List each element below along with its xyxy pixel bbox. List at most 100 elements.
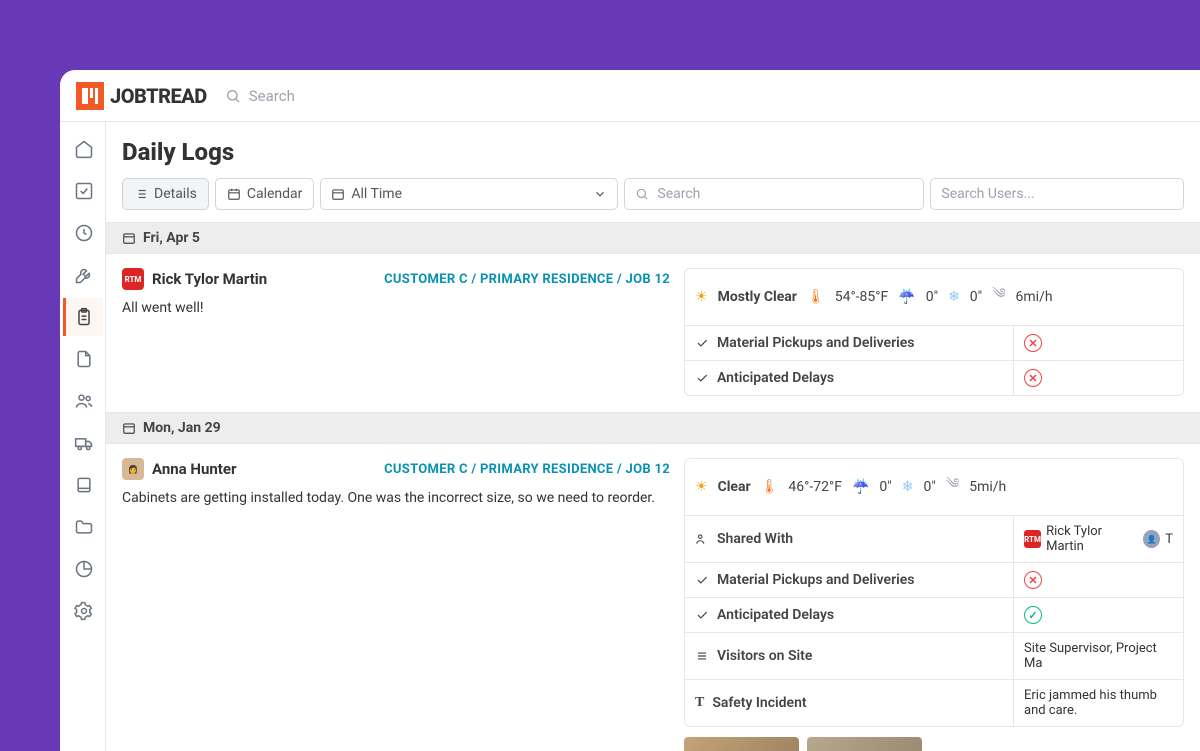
job-link[interactable]: CUSTOMER C / PRIMARY RESIDENCE / JOB 12 xyxy=(384,272,670,287)
truck-icon xyxy=(74,433,94,453)
weather-row: ☀ Clear 🌡46°-72°F ☔0" ❄0" ༄5mi/h xyxy=(685,459,1183,515)
app-header: JOBTREAD Search xyxy=(60,70,1200,122)
rain-icon: ☔ xyxy=(898,289,915,305)
nav-tasks[interactable] xyxy=(63,172,103,210)
log-entry: RTM Rick Tylor Martin CUSTOMER C / PRIMA… xyxy=(106,254,1200,412)
view-calendar-button[interactable]: Calendar xyxy=(215,178,315,210)
list-icon xyxy=(695,649,709,663)
nav-library[interactable] xyxy=(63,466,103,504)
log-left: RTM Rick Tylor Martin CUSTOMER C / PRIMA… xyxy=(122,268,670,316)
sidebar xyxy=(60,122,106,751)
gear-icon xyxy=(74,601,94,621)
check-icon xyxy=(695,608,709,622)
thermometer-icon: 🌡 xyxy=(807,289,825,305)
status-x-icon: ✕ xyxy=(1024,369,1042,387)
status-ok-icon: ✓ xyxy=(1024,606,1042,624)
time-filter-select[interactable]: All Time xyxy=(320,178,618,210)
info-row: Anticipated Delays ✓ xyxy=(685,597,1183,632)
date-header: Fri, Apr 5 xyxy=(106,222,1200,254)
photo-thumbnail[interactable] xyxy=(684,737,799,751)
main-content: Daily Logs Details Calendar All Time xyxy=(106,122,1200,751)
brand-logo[interactable]: JOBTREAD xyxy=(76,82,207,110)
calendar-icon xyxy=(122,231,136,245)
calendar-icon xyxy=(331,187,345,201)
text-icon: T xyxy=(695,695,704,711)
log-entry: 👩 Anna Hunter CUSTOMER C / PRIMARY RESID… xyxy=(106,444,1200,751)
info-row: Anticipated Delays ✕ xyxy=(685,360,1183,395)
info-row: Material Pickups and Deliveries ✕ xyxy=(685,325,1183,360)
nav-files[interactable] xyxy=(63,508,103,546)
calendar-icon xyxy=(227,187,241,201)
wind-icon: ༄ xyxy=(946,467,959,507)
nav-contacts[interactable] xyxy=(63,382,103,420)
checkbox-icon xyxy=(74,181,94,201)
avatar: RTM xyxy=(122,268,144,290)
nav-reports[interactable] xyxy=(63,550,103,588)
check-icon xyxy=(695,573,709,587)
users-icon xyxy=(74,391,94,411)
app-window: JOBTREAD Search Daily Logs xyxy=(55,65,1200,751)
clock-icon xyxy=(74,223,94,243)
toolbar: Details Calendar All Time Search xyxy=(106,178,1200,222)
view-details-button[interactable]: Details xyxy=(122,178,209,210)
search-icon xyxy=(225,88,241,104)
users-icon xyxy=(695,532,709,546)
status-x-icon: ✕ xyxy=(1024,571,1042,589)
nav-settings[interactable] xyxy=(63,592,103,630)
layout: Daily Logs Details Calendar All Time xyxy=(60,122,1200,751)
chevron-down-icon xyxy=(593,187,607,201)
snow-icon: ❄ xyxy=(902,479,914,495)
search-icon xyxy=(635,187,649,201)
piechart-icon xyxy=(74,559,94,579)
author-name: Rick Tylor Martin xyxy=(152,270,376,288)
clipboard-icon xyxy=(74,307,94,327)
weather-row: ☀ Mostly Clear 🌡54°-85°F ☔0" ❄0" ༄6mi/h xyxy=(685,269,1183,325)
page-title: Daily Logs xyxy=(106,122,1200,178)
wind-icon: ༄ xyxy=(992,277,1005,317)
wrench-icon xyxy=(74,265,94,285)
brand-text: JOBTREAD xyxy=(110,84,207,108)
nav-daily-logs[interactable] xyxy=(63,298,103,336)
date-header: Mon, Jan 29 xyxy=(106,412,1200,444)
sun-icon: ☀ xyxy=(695,479,708,495)
thermometer-icon: 🌡 xyxy=(761,479,779,495)
avatar: 👤 xyxy=(1143,530,1160,548)
log-left: 👩 Anna Hunter CUSTOMER C / PRIMARY RESID… xyxy=(122,458,670,506)
list-icon xyxy=(134,187,148,201)
shared-with-row: Shared With RTM Rick Tylor Martin 👤 T xyxy=(685,515,1183,562)
nav-home[interactable] xyxy=(63,130,103,168)
nav-fleet[interactable] xyxy=(63,424,103,462)
status-x-icon: ✕ xyxy=(1024,334,1042,352)
info-row: Material Pickups and Deliveries ✕ xyxy=(685,562,1183,597)
nav-time[interactable] xyxy=(63,214,103,252)
global-search[interactable]: Search xyxy=(225,87,295,105)
log-right: ☀ Clear 🌡46°-72°F ☔0" ❄0" ༄5mi/h Shared … xyxy=(684,458,1184,751)
avatar: RTM xyxy=(1024,530,1041,548)
check-icon xyxy=(695,336,709,350)
nav-docs[interactable] xyxy=(63,340,103,378)
info-row: TSafety Incident Eric jammed his thumb a… xyxy=(685,679,1183,726)
snow-icon: ❄ xyxy=(948,289,960,305)
file-icon xyxy=(74,349,94,369)
info-row: Visitors on Site Site Supervisor, Projec… xyxy=(685,632,1183,679)
log-search-input[interactable]: Search xyxy=(624,178,924,210)
rain-icon: ☔ xyxy=(852,479,869,495)
calendar-icon xyxy=(122,421,136,435)
avatar: 👩 xyxy=(122,458,144,480)
log-body: All went well! xyxy=(122,300,670,316)
log-body: Cabinets are getting installed today. On… xyxy=(122,490,670,506)
user-search-input[interactable]: Search Users... xyxy=(930,178,1184,210)
photo-attachments xyxy=(684,737,1184,751)
sun-icon: ☀ xyxy=(695,289,708,305)
home-icon xyxy=(74,139,94,159)
author-name: Anna Hunter xyxy=(152,460,376,478)
folder-icon xyxy=(74,517,94,537)
logo-mark-icon xyxy=(76,82,104,110)
job-link[interactable]: CUSTOMER C / PRIMARY RESIDENCE / JOB 12 xyxy=(384,462,670,477)
check-icon xyxy=(695,371,709,385)
book-icon xyxy=(74,475,94,495)
photo-thumbnail[interactable] xyxy=(807,737,922,751)
nav-tools[interactable] xyxy=(63,256,103,294)
log-right: ☀ Mostly Clear 🌡54°-85°F ☔0" ❄0" ༄6mi/h … xyxy=(684,268,1184,396)
global-search-placeholder: Search xyxy=(249,87,295,105)
